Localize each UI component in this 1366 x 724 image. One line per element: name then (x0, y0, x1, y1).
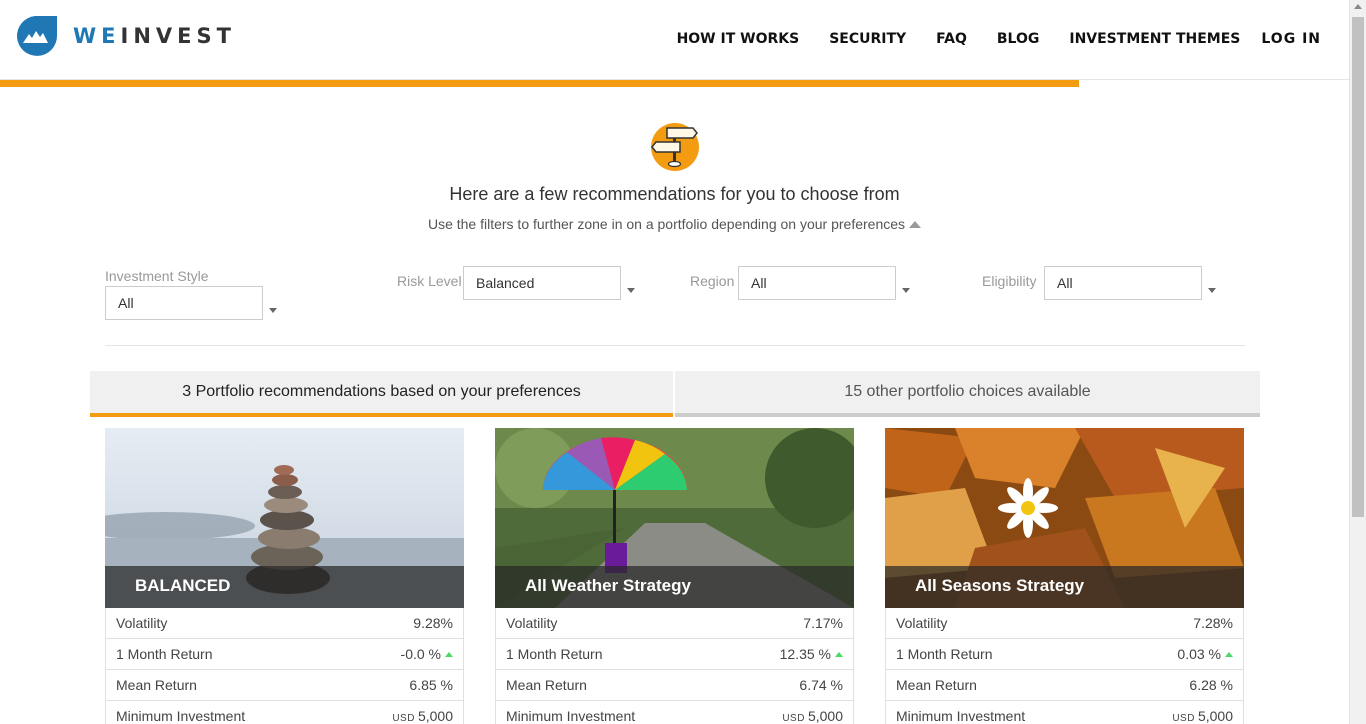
stat-row-month-return: 1 Month Return 0.03 % (886, 639, 1243, 670)
page-subtitle: Use the filters to further zone in on a … (0, 216, 1349, 232)
main-nav: HOW IT WORKS SECURITY FAQ BLOG INVESTMEN… (647, 31, 1321, 47)
stat-row-volatility: Volatility 7.28% (886, 608, 1243, 639)
progress-bar (0, 80, 1079, 87)
filters-divider (105, 345, 1245, 346)
collapse-caret-icon[interactable] (909, 221, 922, 228)
up-arrow-icon (445, 652, 453, 657)
stat-row-min-investment: Minimum Investment USD 5,000 (886, 701, 1243, 724)
stat-row-month-return: 1 Month Return -0.0 % (106, 639, 463, 670)
card-title: All Seasons Strategy (885, 566, 1244, 608)
brand-name: WEINVEST (73, 24, 236, 48)
card-stats: Volatility 9.28% 1 Month Return -0.0 % Mea… (105, 608, 464, 724)
signpost-icon (650, 122, 700, 172)
filter-style-label: Investment Style (105, 268, 209, 284)
page-title: Here are a few recommendations for you t… (449, 184, 900, 204)
stat-row-volatility: Volatility 9.28% (106, 608, 463, 639)
scroll-up-arrow-icon[interactable] (1354, 4, 1362, 9)
filter-risk-label: Risk Level (397, 273, 462, 289)
stat-row-mean-return: Mean Return 6.74 % (496, 670, 853, 701)
investment-style-select[interactable]: All (105, 286, 263, 320)
tab-other-choices[interactable]: 15 other portfolio choices available (675, 371, 1260, 417)
page-scrollbar[interactable] (1349, 0, 1366, 724)
eligibility-dropdown-icon[interactable] (1208, 288, 1216, 293)
portfolio-card-all-weather[interactable]: All Weather Strategy Volatility 7.17% 1 M… (495, 428, 854, 724)
nav-faq[interactable]: FAQ (936, 31, 967, 47)
stat-row-volatility: Volatility 7.17% (496, 608, 853, 639)
portfolio-card-balanced[interactable]: BALANCED Volatility 9.28% 1 Month Return -… (105, 428, 464, 724)
region-dropdown-icon[interactable] (902, 288, 910, 293)
risk-dropdown-icon[interactable] (627, 288, 635, 293)
nav-investment-themes[interactable]: INVESTMENT THEMES (1069, 31, 1240, 47)
tab-recommendations[interactable]: 3 Portfolio recommendations based on you… (90, 371, 673, 417)
up-arrow-icon (835, 652, 843, 657)
login-link[interactable]: LOG IN (1261, 31, 1321, 47)
logo[interactable]: WEINVEST (14, 15, 236, 57)
filter-eligibility-label: Eligibility (982, 273, 1037, 289)
card-title: BALANCED (105, 566, 464, 608)
card-stats: Volatility 7.17% 1 Month Return 12.35 % Me… (495, 608, 854, 724)
card-stats: Volatility 7.28% 1 Month Return 0.03 % Mea… (885, 608, 1244, 724)
nav-how-it-works[interactable]: HOW IT WORKS (677, 31, 800, 47)
stat-row-mean-return: Mean Return 6.28 % (886, 670, 1243, 701)
risk-level-select[interactable]: Balanced (463, 266, 621, 300)
up-arrow-icon (1225, 652, 1233, 657)
region-select[interactable]: All (738, 266, 896, 300)
scroll-thumb[interactable] (1352, 17, 1364, 517)
stat-row-min-investment: Minimum Investment USD 5,000 (496, 701, 853, 724)
filter-region-label: Region (690, 273, 735, 289)
portfolio-card-all-seasons[interactable]: All Seasons Strategy Volatility 7.28% 1 M… (885, 428, 1244, 724)
stat-row-month-return: 1 Month Return 12.35 % (496, 639, 853, 670)
stat-row-mean-return: Mean Return 6.85 % (106, 670, 463, 701)
nav-security[interactable]: SECURITY (829, 31, 906, 47)
eligibility-select[interactable]: All (1044, 266, 1202, 300)
site-header: WEINVEST HOW IT WORKS SECURITY FAQ BLOG … (0, 0, 1349, 80)
mountain-logo-icon (14, 15, 58, 57)
nav-blog[interactable]: BLOG (997, 31, 1040, 47)
stat-row-min-investment: Minimum Investment USD 5,000 (106, 701, 463, 724)
style-dropdown-icon[interactable] (269, 308, 277, 313)
card-title: All Weather Strategy (495, 566, 854, 608)
